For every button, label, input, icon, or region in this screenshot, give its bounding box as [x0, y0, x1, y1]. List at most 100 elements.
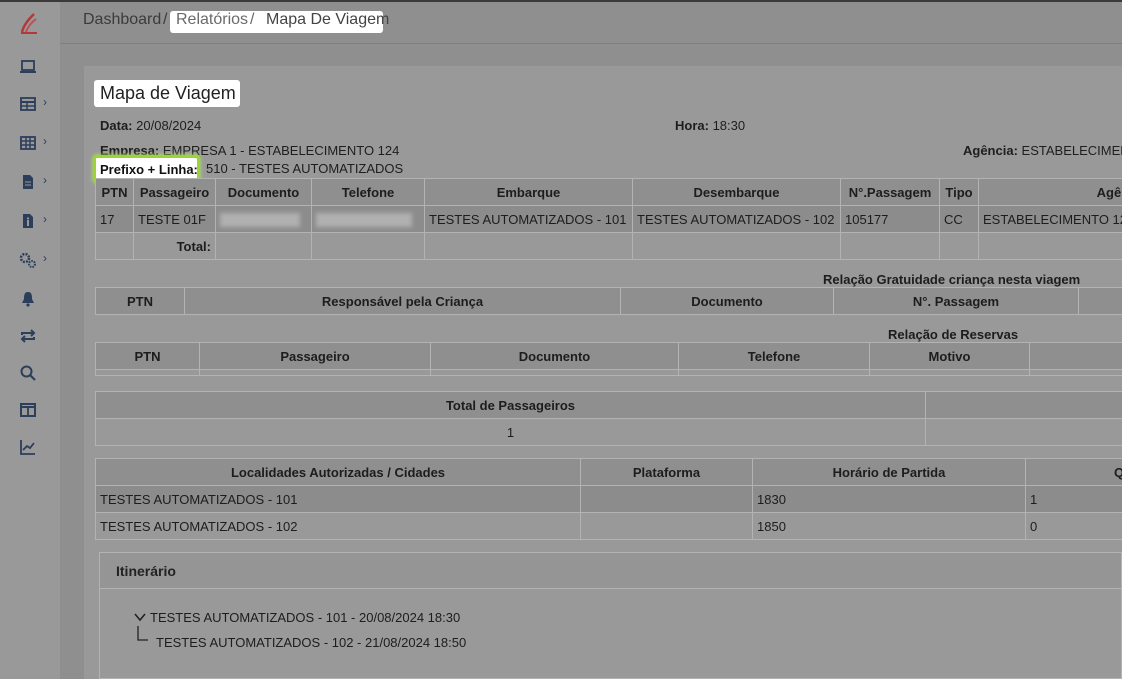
app-logo-icon[interactable] [18, 12, 40, 36]
cell-empty [1029, 369, 1122, 376]
table-row: 1 [95, 418, 1122, 446]
nav-transfer[interactable] [0, 321, 60, 351]
cell-embarque: TESTES AUTOMATIZADOS - 101 [424, 205, 633, 233]
col-tipo: Tipo [939, 178, 979, 206]
nav-table[interactable]: › [0, 89, 60, 119]
nav-laptop[interactable] [0, 52, 60, 82]
nav-columns[interactable] [0, 395, 60, 425]
cell-empty [199, 369, 431, 376]
cell-empty [840, 232, 940, 260]
itinerario-item[interactable]: TESTES AUTOMATIZADOS - 102 - 21/08/2024 … [156, 635, 466, 650]
breadcrumb-dashboard[interactable]: Dashboard [83, 11, 161, 29]
nav-grid[interactable]: › [0, 128, 60, 158]
prefixo-label: Prefixo + Linha: [100, 162, 198, 177]
cell-empty [632, 232, 841, 260]
cell-horario: 1850 [752, 512, 1026, 540]
table-header-row: PTN Responsável pela Criança Documento N… [95, 287, 1122, 315]
col-total-passageiros: Total de Passageiros [95, 391, 926, 419]
chevron-right-icon: › [43, 251, 47, 265]
table-row[interactable]: TESTES AUTOMATIZADOS - 101 1830 1 [95, 485, 1122, 513]
chevron-right-icon: › [43, 134, 47, 148]
col-empty [1029, 342, 1122, 370]
cell-empty [925, 418, 1122, 446]
table-header-row: PTN Passageiro Documento Telefone Motivo [95, 342, 1122, 370]
chart-icon [20, 440, 35, 455]
col-telefone: Telefone [311, 178, 425, 206]
cell-empty [939, 232, 979, 260]
cell-empty [869, 369, 1030, 376]
hora-field: Hora: 18:30 [675, 118, 746, 133]
total-passageiros-value: 1 [95, 418, 926, 446]
cell-qtd: 1 [1025, 485, 1122, 513]
chevron-right-icon: › [43, 212, 47, 226]
itinerario-header[interactable] [100, 553, 1121, 589]
cell-tipo: CC [939, 205, 979, 233]
cell-telefone-redacted [311, 205, 425, 233]
table-row[interactable]: TESTES AUTOMATIZADOS - 102 1850 0 [95, 512, 1122, 540]
nav-document[interactable]: › [0, 167, 60, 197]
nav-chart[interactable] [0, 432, 60, 462]
itinerario-item[interactable]: TESTES AUTOMATIZADOS - 101 - 20/08/2024 … [150, 610, 460, 625]
col-passageiro: Passageiro [133, 178, 216, 206]
nav-search[interactable] [0, 358, 60, 388]
col-agencia: Agênci [978, 178, 1122, 206]
page-title: Mapa de Viagem [100, 83, 236, 103]
nav-notifications[interactable] [0, 284, 60, 314]
total-label: Total: [133, 232, 216, 260]
laptop-icon [20, 60, 36, 73]
table-icon [20, 97, 36, 111]
nav-document-info[interactable]: › [0, 206, 60, 236]
localidades-table: Localidades Autorizadas / Cidades Plataf… [95, 458, 1122, 540]
col-documento: Documento [430, 342, 679, 370]
col-desembarque: Desembarque [632, 178, 841, 206]
cell-empty [430, 369, 679, 376]
cell-plataforma [580, 485, 753, 513]
itinerario-title: Itinerário [116, 563, 176, 579]
chevron-right-icon: › [43, 173, 47, 187]
reservas-caption: Relação de Reservas [888, 327, 1019, 342]
col-empty [925, 391, 1122, 419]
bell-icon [22, 292, 34, 307]
table-row [95, 369, 1122, 376]
nav-settings[interactable]: › [0, 245, 60, 275]
cell-qtd: 0 [1025, 512, 1122, 540]
document-info-icon [23, 214, 33, 228]
col-qtd: Qtd. [1025, 458, 1122, 486]
gratuidade-caption: Relação Gratuidade criança nesta viagem [823, 272, 1081, 287]
cell-desembarque: TESTES AUTOMATIZADOS - 102 [632, 205, 841, 233]
cell-plataforma [580, 512, 753, 540]
reservas-table: PTN Passageiro Documento Telefone Motivo [95, 342, 1122, 376]
grid-icon [20, 136, 36, 150]
table-header-row: Localidades Autorizadas / Cidades Plataf… [95, 458, 1122, 486]
col-motivo: Motivo [869, 342, 1030, 370]
breadcrumb-relatorios[interactable]: Relatórios [176, 11, 248, 29]
columns-icon [20, 403, 36, 417]
cell-empty [215, 232, 312, 260]
table-row[interactable]: 17 TESTE 01F TESTES AUTOMATIZADOS - 101 … [95, 205, 1122, 233]
cell-empty [311, 232, 425, 260]
col-passagem: N°.Passagem [840, 178, 940, 206]
cell-empty [978, 232, 1122, 260]
chevron-down-icon[interactable] [134, 612, 146, 622]
sidebar: › › › › › [0, 2, 60, 679]
col-passagem: N°. Passagem [833, 287, 1079, 315]
cell-localidade: TESTES AUTOMATIZADOS - 101 [95, 485, 581, 513]
total-row: Total: [95, 232, 1122, 260]
breadcrumb-separator: / [163, 11, 168, 28]
breadcrumb-separator: / [250, 11, 255, 28]
col-passageiro: Passageiro [199, 342, 431, 370]
cell-empty [424, 232, 633, 260]
col-ptn: PTN [95, 287, 185, 315]
col-telefone: Telefone [678, 342, 870, 370]
table-header-row: PTN Passageiro Documento Telefone Embarq… [95, 178, 1122, 206]
col-empty [1078, 287, 1122, 315]
col-ptn: PTN [95, 342, 200, 370]
redacted-block [220, 212, 300, 227]
cell-documento-redacted [215, 205, 312, 233]
total-passageiros-table: Total de Passageiros 1 [95, 391, 1122, 446]
cell-empty [95, 232, 134, 260]
col-ptn: PTN [95, 178, 134, 206]
transfer-icon [20, 329, 36, 343]
cell-horario: 1830 [752, 485, 1026, 513]
document-icon [23, 175, 33, 189]
